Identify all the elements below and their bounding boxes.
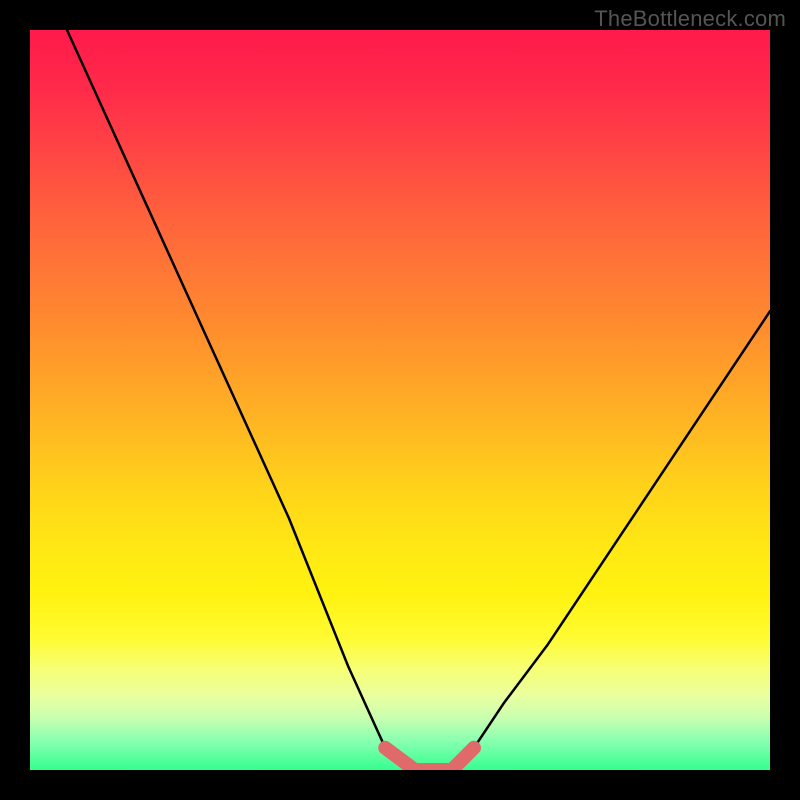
highlight-segment-path xyxy=(385,748,474,770)
bottleneck-chart xyxy=(30,30,770,770)
bottleneck-curve-path xyxy=(67,30,770,770)
attribution-text: TheBottleneck.com xyxy=(594,6,786,32)
chart-svg xyxy=(30,30,770,770)
